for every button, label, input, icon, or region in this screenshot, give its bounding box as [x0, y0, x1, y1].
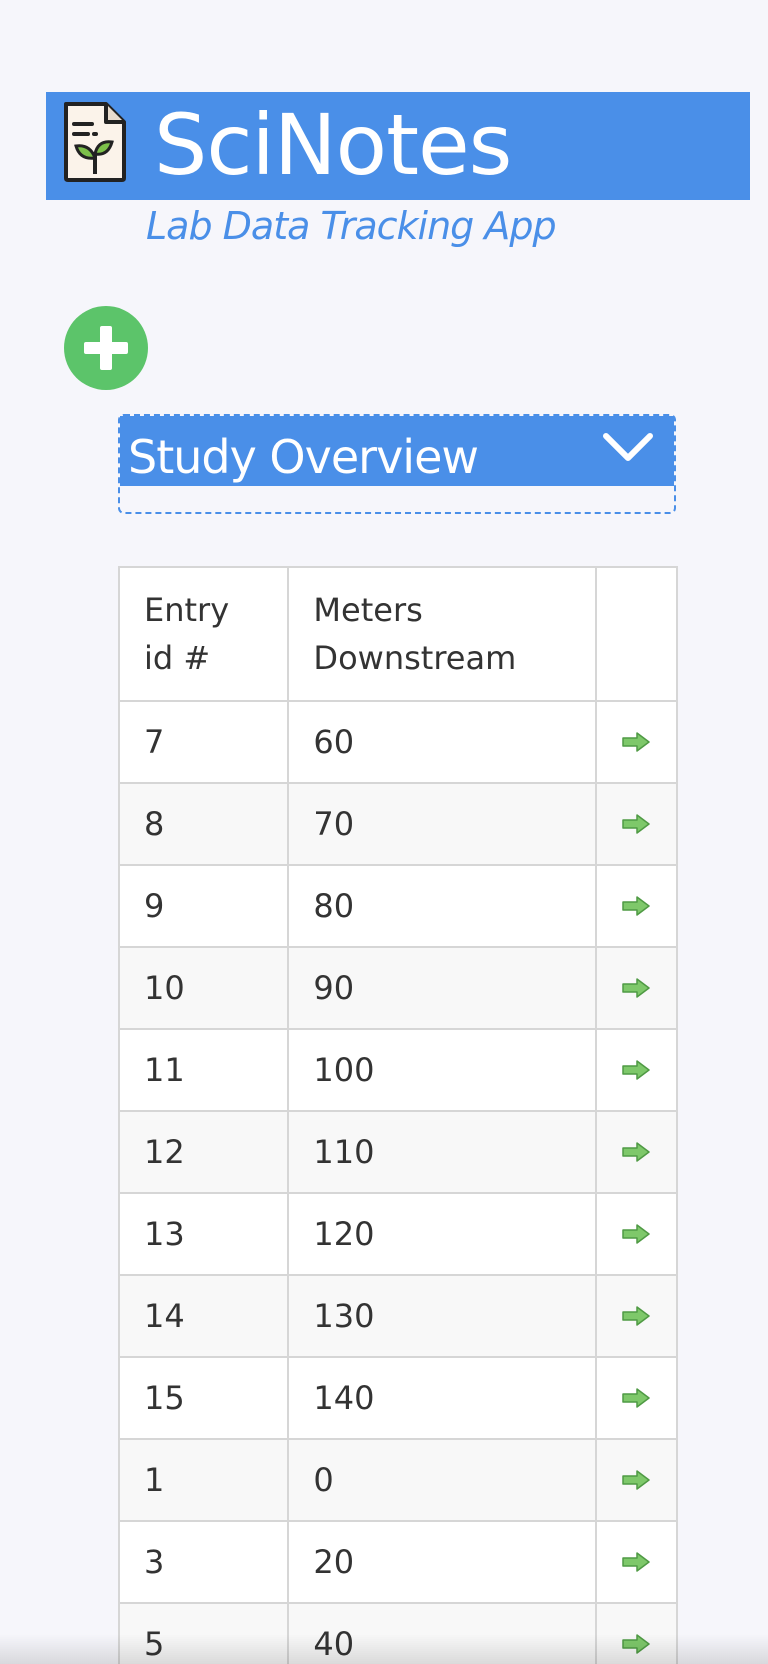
meters-downstream-cell: 90: [287, 946, 597, 1030]
table-row[interactable]: 10 90: [117, 946, 679, 1030]
entry-id-cell: 10: [117, 946, 290, 1030]
app-subtitle: Lab Data Tracking App: [146, 204, 557, 248]
row-action-cell: [594, 864, 679, 948]
meters-downstream-cell: 120: [287, 1192, 597, 1276]
row-action-cell: [594, 946, 679, 1030]
entry-id-cell: 14: [117, 1274, 290, 1358]
study-overview-title: Study Overview: [128, 430, 479, 484]
table-body: 7 60 8 70 9 80 10 90 11 100 12 110 13 120 14 130 15 140 1 0…: [117, 700, 679, 1664]
row-action-cell: [594, 1274, 679, 1358]
table-row[interactable]: 14 130: [117, 1274, 679, 1358]
app-header: SciNotes: [46, 92, 750, 200]
entry-id-cell: 8: [117, 782, 290, 866]
entry-id-cell: 15: [117, 1356, 290, 1440]
meters-downstream-cell: 80: [287, 864, 597, 948]
arrow-right-icon[interactable]: [621, 1461, 651, 1499]
document-sprout-icon: [60, 100, 130, 184]
column-header-entry-id: Entry id #: [117, 566, 290, 702]
row-action-cell: [594, 1110, 679, 1194]
meters-downstream-cell: 0: [287, 1438, 597, 1522]
entry-id-cell: 13: [117, 1192, 290, 1276]
meters-downstream-cell: 20: [287, 1520, 597, 1604]
column-header-action: [594, 566, 679, 702]
app-title: SciNotes: [154, 96, 512, 194]
meters-downstream-cell: 130: [287, 1274, 597, 1358]
row-action-cell: [594, 782, 679, 866]
entry-id-cell: 3: [117, 1520, 290, 1604]
chevron-down-icon[interactable]: [600, 430, 656, 466]
row-action-cell: [594, 1028, 679, 1112]
table-row[interactable]: 15 140: [117, 1356, 679, 1440]
table-row[interactable]: 3 20: [117, 1520, 679, 1604]
arrow-right-icon[interactable]: [621, 1133, 651, 1171]
table-header-row: Entry id # Meters Downstream: [117, 566, 679, 702]
arrow-right-icon[interactable]: [621, 805, 651, 843]
study-overview-toggle[interactable]: Study Overview: [120, 416, 674, 486]
meters-downstream-cell: 70: [287, 782, 597, 866]
arrow-right-icon[interactable]: [621, 1543, 651, 1581]
study-overview-panel: Study Overview: [118, 414, 676, 514]
entry-id-cell: 12: [117, 1110, 290, 1194]
entry-id-cell: 1: [117, 1438, 290, 1522]
page: SciNotes Lab Data Tracking App Study Ove…: [0, 0, 768, 1664]
table-row[interactable]: 9 80: [117, 864, 679, 948]
arrow-right-icon[interactable]: [621, 723, 651, 761]
arrow-right-icon[interactable]: [621, 1215, 651, 1253]
meters-downstream-cell: 110: [287, 1110, 597, 1194]
add-entry-button[interactable]: [64, 306, 148, 390]
entry-id-cell: 11: [117, 1028, 290, 1112]
table-row[interactable]: 8 70: [117, 782, 679, 866]
row-action-cell: [594, 1438, 679, 1522]
row-action-cell: [594, 1520, 679, 1604]
arrow-right-icon[interactable]: [621, 1051, 651, 1089]
table-row[interactable]: 13 120: [117, 1192, 679, 1276]
meters-downstream-cell: 60: [287, 700, 597, 784]
meters-downstream-cell: 140: [287, 1356, 597, 1440]
entry-id-cell: 9: [117, 864, 290, 948]
table-row[interactable]: 10: [117, 1438, 679, 1522]
meters-downstream-cell: 100: [287, 1028, 597, 1112]
arrow-right-icon[interactable]: [621, 969, 651, 1007]
row-action-cell: [594, 1356, 679, 1440]
arrow-right-icon[interactable]: [621, 887, 651, 925]
entry-id-cell: 7: [117, 700, 290, 784]
table-row[interactable]: 7 60: [117, 700, 679, 784]
column-header-meters-downstream: Meters Downstream: [287, 566, 597, 702]
table-row[interactable]: 12 110: [117, 1110, 679, 1194]
plus-icon: [84, 326, 128, 370]
arrow-right-icon[interactable]: [621, 1379, 651, 1417]
entries-table: Entry id # Meters Downstream 7 60 8 70 9 80 10…: [117, 566, 679, 1664]
row-action-cell: [594, 1192, 679, 1276]
arrow-right-icon[interactable]: [621, 1297, 651, 1335]
row-action-cell: [594, 700, 679, 784]
bottom-scroll-shadow: [0, 1634, 768, 1664]
table-row[interactable]: 11 100: [117, 1028, 679, 1112]
